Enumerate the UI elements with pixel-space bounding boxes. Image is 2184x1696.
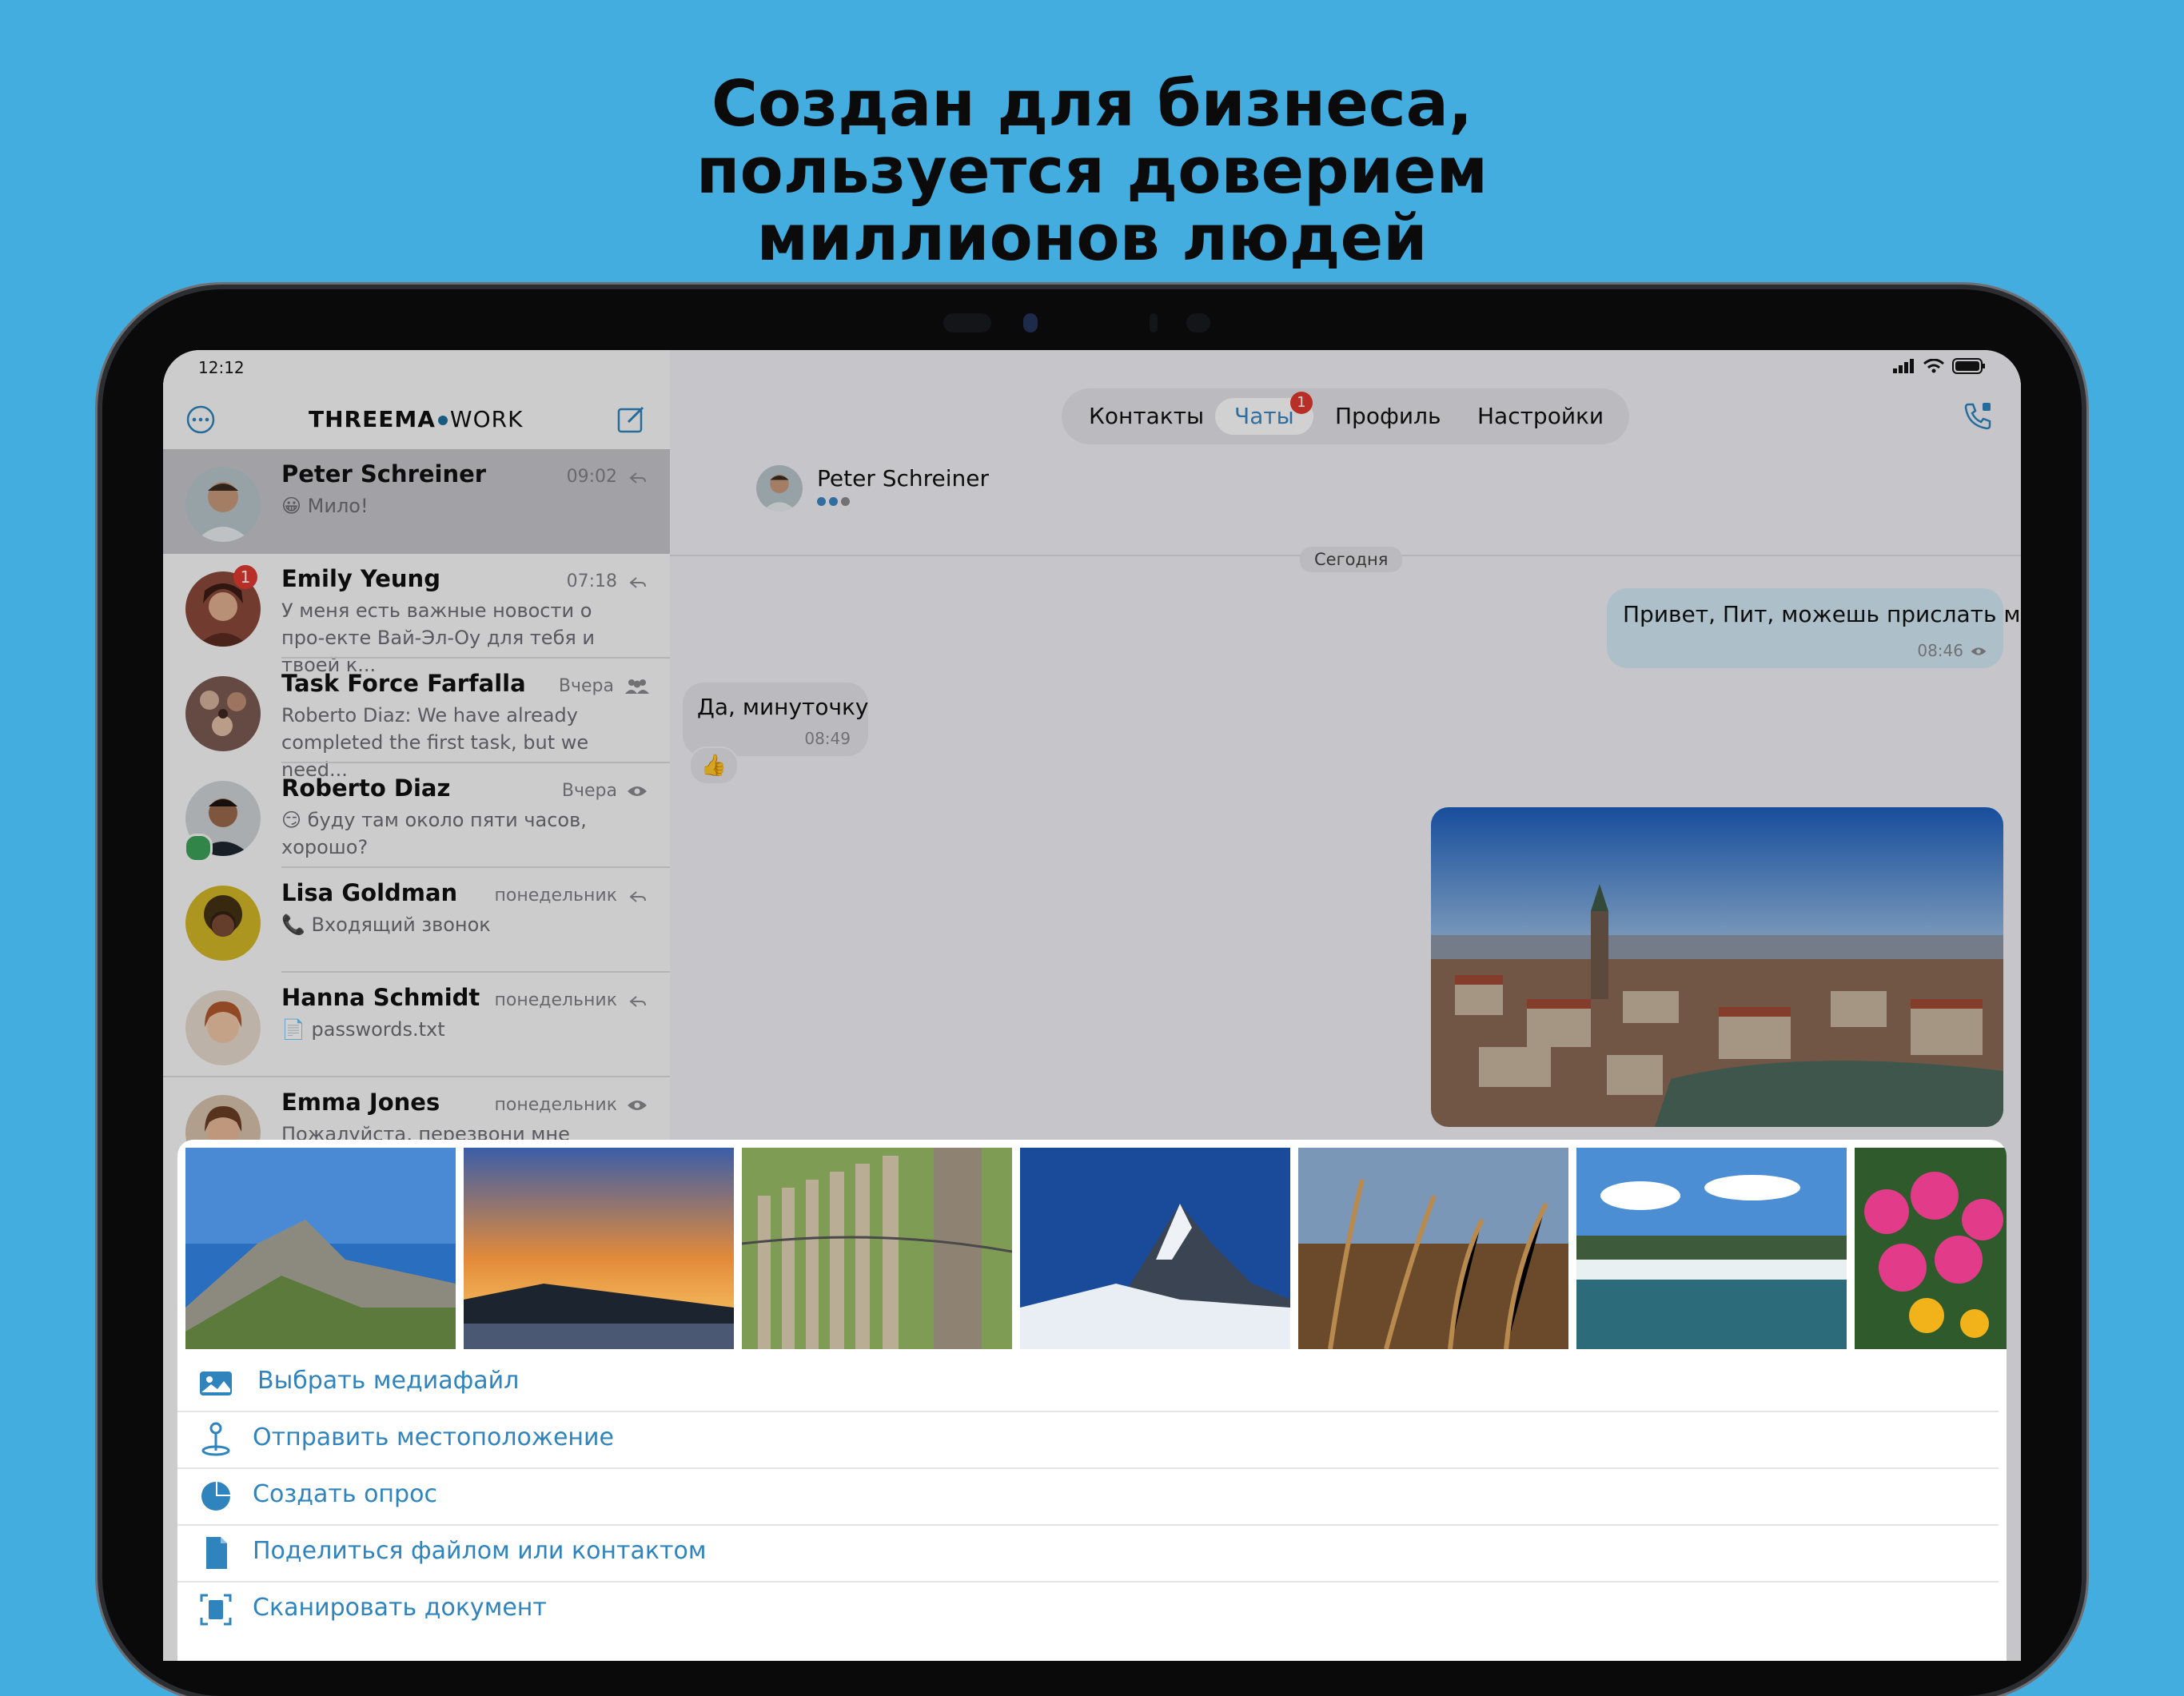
file-icon	[206, 1537, 227, 1569]
image-icon	[200, 1372, 232, 1395]
action-create-poll[interactable]: Создать опрос	[177, 1467, 2007, 1523]
scan-icon	[200, 1594, 232, 1626]
wheat-thumbnail[interactable]	[1298, 1148, 1568, 1349]
wifi-icon	[1923, 359, 1944, 373]
camera-housing	[1186, 313, 1210, 332]
action-scan-document[interactable]: Сканировать документ	[177, 1581, 2007, 1637]
status-time: 12:12	[198, 358, 245, 377]
action-label: Отправить местоположение	[253, 1423, 614, 1451]
headline: Создан для бизнеса, пользуется доверием …	[0, 70, 2184, 272]
sensor	[1150, 313, 1158, 332]
sunset-thumbnail[interactable]	[464, 1148, 734, 1349]
front-camera	[1023, 313, 1038, 332]
headline-line-2: пользуется доверием	[695, 134, 1489, 208]
camera-housing	[943, 313, 991, 332]
headline-line-3: миллионов людей	[756, 201, 1428, 275]
screen: THREEMA WORK Peter Schreiner 09:02 😀 Мило…	[163, 350, 2021, 1661]
divider	[177, 1581, 1999, 1583]
location-pin-icon	[201, 1422, 230, 1456]
divider	[177, 1467, 1999, 1469]
action-share-file-or-contact[interactable]: Поделиться файлом или контактом	[177, 1524, 2007, 1580]
action-label: Создать опрос	[253, 1480, 437, 1508]
action-choose-media[interactable]: Выбрать медиафайл	[177, 1354, 2007, 1410]
matterhorn-thumbnail[interactable]	[1020, 1148, 1290, 1349]
action-label: Поделиться файлом или контактом	[253, 1537, 707, 1565]
fence-thumbnail[interactable]	[742, 1148, 1012, 1349]
flowers-thumbnail[interactable]	[1855, 1148, 2007, 1349]
action-send-location[interactable]: Отправить местоположение	[177, 1411, 2007, 1467]
poll-pie-icon	[201, 1482, 230, 1511]
waterfall-thumbnail[interactable]	[1576, 1148, 1847, 1349]
action-label: Выбрать медиафайл	[257, 1367, 520, 1395]
photo-thumbnails	[185, 1148, 2007, 1349]
headline-line-1: Создан для бизнеса,	[711, 67, 1473, 141]
signal-icon	[1893, 359, 1914, 373]
mountain-thumbnail[interactable]	[185, 1148, 456, 1349]
status-icons	[1893, 358, 1986, 374]
divider	[177, 1411, 1999, 1412]
divider	[177, 1524, 1999, 1526]
battery-icon	[1952, 358, 1985, 374]
action-label: Сканировать документ	[253, 1594, 547, 1622]
attachment-sheet: Выбрать медиафайл Отправить местоположен…	[177, 1140, 2007, 1661]
